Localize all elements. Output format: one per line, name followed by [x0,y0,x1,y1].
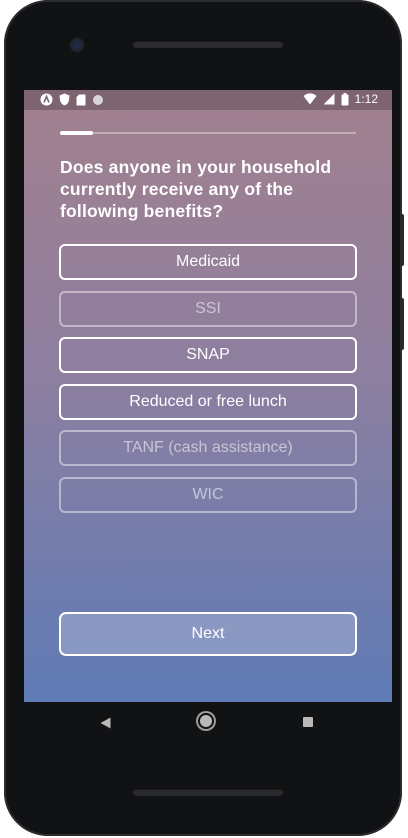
shield-icon [59,93,70,106]
progress-fill [60,131,93,135]
top-speaker [132,40,284,48]
next-button[interactable]: Next [59,612,357,656]
app-a-icon [40,93,53,106]
battery-icon [341,92,349,105]
question-text: Does anyone in your household currently … [60,157,332,221]
screen: 1:12 Does anyone in your household curre… [24,90,392,702]
sd-card-icon [76,94,86,105]
recents-icon[interactable] [303,717,313,727]
front-camera [70,38,84,52]
status-time: 1:12 [354,92,378,106]
benefit-option-5[interactable]: TANF (cash assistance) [59,430,357,466]
progress-bar [60,131,356,135]
wifi-icon [303,93,317,105]
back-icon[interactable] [100,717,111,729]
benefit-option-2[interactable]: SSI [59,290,357,327]
bottom-speaker [132,788,284,796]
phone-frame: 1:12 Does anyone in your household curre… [4,0,404,836]
home-icon[interactable] [200,715,212,727]
circle-icon [93,94,103,105]
benefit-option-6[interactable]: WIC [59,476,357,513]
benefit-options: Medicaid SSI SNAP Reduced or free lunch TANF… [59,244,357,523]
status-bar: 1:12 [24,90,392,110]
benefit-option-3[interactable]: SNAP [59,337,357,373]
power-button [400,214,404,266]
benefit-option-4[interactable]: Reduced or free lunch [59,383,357,420]
volume-button [400,298,404,350]
benefit-option-1[interactable]: Medicaid [59,244,357,280]
signal-icon [323,93,335,105]
android-nav-bar [24,702,392,744]
